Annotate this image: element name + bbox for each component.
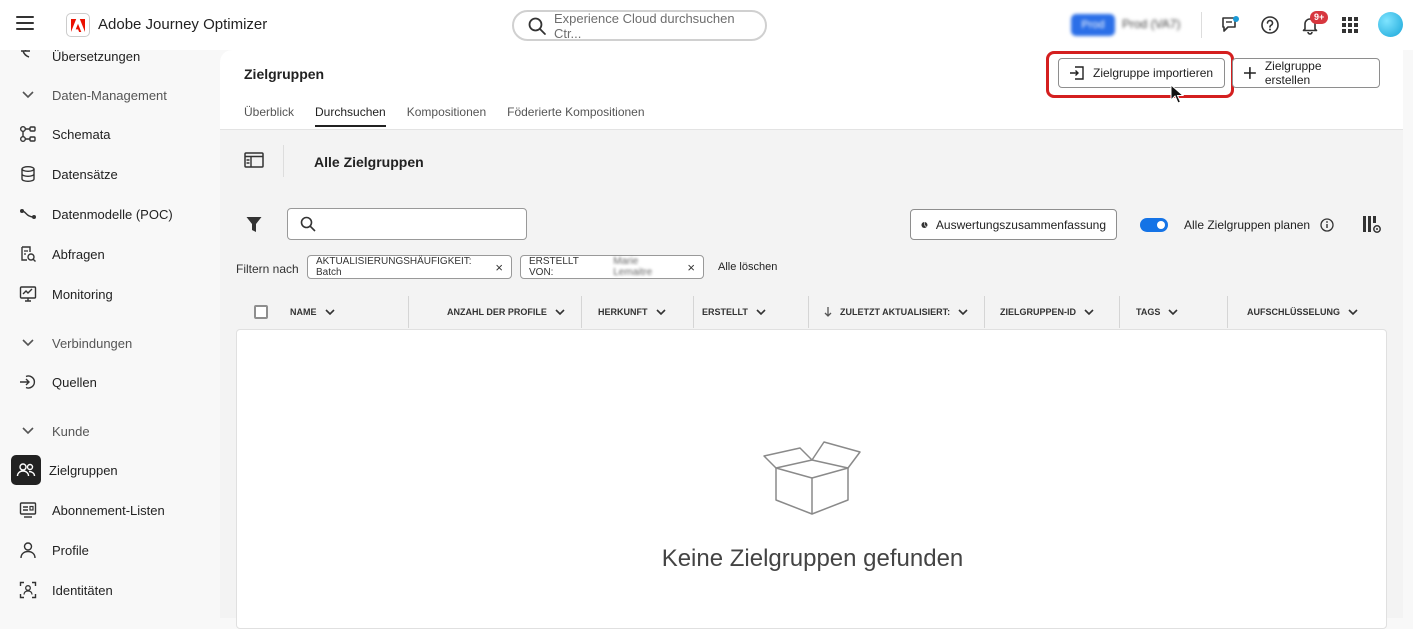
chevron-down-icon [958,309,968,315]
sidebar-item-schemas[interactable]: Schemata [10,116,210,152]
sidebar-item-audiences[interactable]: Zielgruppen [10,452,210,488]
column-header-breakdown[interactable]: AUFSCHLÜSSELUNG [1247,296,1358,328]
sidebar-item-monitoring[interactable]: Monitoring [10,276,210,312]
import-audience-button[interactable]: Zielgruppe importieren [1058,58,1225,88]
chevron-down-icon [16,427,40,435]
notification-count-badge: 9+ [1310,11,1329,24]
filter-by-label: Filtern nach [236,262,299,276]
profile-icon [16,538,40,562]
column-header-profile-count[interactable]: ANZAHL DER PROFILE [447,296,565,328]
column-header-tags[interactable]: TAGS [1136,296,1178,328]
sidebar-item-sources[interactable]: Quellen [10,364,210,400]
database-icon [16,162,40,186]
create-audience-button[interactable]: Zielgruppe erstellen [1232,58,1380,88]
identity-icon [16,578,40,602]
tab-overview[interactable]: Überblick [244,105,294,127]
sidebar-item-profiles[interactable]: Profile [10,532,210,568]
environment-badge[interactable]: Prod [1071,14,1115,36]
chevron-down-icon [655,309,666,315]
mouse-cursor-icon [1170,84,1184,104]
audience-search-input[interactable] [287,208,527,240]
tab-browse[interactable]: Durchsuchen [315,105,386,127]
feedback-icon[interactable] [1219,14,1241,36]
remove-filter-icon[interactable]: × [495,260,503,275]
import-icon [1070,66,1084,80]
column-header-audience-id[interactable]: ZIELGRUPPEN-ID [1000,296,1094,328]
empty-state-message: Keine Zielgruppen gefunden [661,545,964,572]
help-icon[interactable] [1259,14,1281,36]
page-title: Zielgruppen [244,66,325,82]
remove-filter-icon[interactable]: × [687,260,695,275]
hamburger-menu-icon[interactable] [16,16,34,30]
global-search-input[interactable]: Experience Cloud durchsuchen Ctr... [512,10,767,41]
chevron-down-icon [16,91,40,99]
data-model-icon [16,202,40,226]
table-body: Keine Zielgruppen gefunden [236,329,1387,629]
plus-icon [1243,67,1256,79]
sources-icon [16,370,40,394]
tab-compositions[interactable]: Kompositionen [407,105,486,127]
section-title: Alle Zielgruppen [314,154,424,170]
sidebar-item-datasets[interactable]: Datensätze [10,156,210,192]
app-switcher-icon[interactable] [1339,14,1361,36]
translate-icon [16,50,40,68]
search-icon [528,17,546,35]
sidebar-item-translations[interactable]: Übersetzungen [10,50,210,74]
tab-federated-compositions[interactable]: Föderierte Kompositionen [507,105,644,127]
top-bar: Adobe Journey Optimizer Experience Cloud… [0,0,1413,50]
main-content: Zielgruppen Überblick Durchsuchen Kompos… [220,50,1403,629]
chevron-down-icon [1348,309,1358,315]
column-header-last-updated[interactable]: ZULETZT AKTUALISIERT: [824,296,968,328]
subscription-list-icon [16,498,40,522]
column-header-origin[interactable]: HERKUNFT [598,296,666,328]
chevron-down-icon [555,309,565,315]
select-all-checkbox[interactable] [254,305,268,319]
sidebar-section-customer[interactable]: Kunde [10,416,90,446]
filter-chip-created-by[interactable]: ERSTELLT VON: Marie Lemaitre × [520,255,704,279]
chevron-down-icon [1168,309,1178,315]
sidebar-section-data-management[interactable]: Daten-Management [10,80,167,110]
sidebar-item-data-models[interactable]: Datenmodelle (POC) [10,196,210,232]
environment-name[interactable]: Prod (VA7) [1122,17,1180,31]
chevron-down-icon [756,309,766,315]
column-header-name[interactable]: NAME [290,296,335,328]
table-header: NAME ANZAHL DER PROFILE HERKUNFT ERSTELL… [236,296,1387,328]
pie-chart-icon [921,221,928,228]
toolbar-divider [283,145,284,177]
empty-box-icon [763,441,861,515]
chevron-down-icon [16,339,40,347]
column-settings-icon[interactable] [1362,215,1382,240]
page-header: Zielgruppen Überblick Durchsuchen Kompos… [220,50,1403,130]
sidebar-item-queries[interactable]: Abfragen [10,236,210,272]
sort-descending-icon [824,307,832,317]
tab-bar: Überblick Durchsuchen Kompositionen Föde… [244,105,645,127]
query-icon [16,242,40,266]
sidebar-item-subscription-lists[interactable]: Abonnement-Listen [10,492,210,528]
column-header-created[interactable]: ERSTELLT [702,296,766,328]
app-name[interactable]: Adobe Journey Optimizer [98,16,267,33]
user-avatar[interactable] [1378,12,1403,37]
chevron-down-icon [324,309,335,315]
schedule-all-toggle[interactable] [1140,218,1168,232]
audiences-icon [11,455,41,485]
search-icon [300,216,316,232]
panel-toggle-icon[interactable] [244,152,264,173]
filter-icon[interactable] [246,216,262,238]
filter-chip-update-frequency[interactable]: AKTUALISIERUNGSHÄUFIGKEIT: Batch × [307,255,512,279]
info-icon[interactable] [1320,218,1334,237]
chevron-down-icon [1084,309,1094,315]
schema-icon [16,122,40,146]
adobe-logo-icon[interactable] [66,13,90,37]
clear-all-filters-link[interactable]: Alle löschen [718,261,777,273]
evaluation-summary-button[interactable]: Auswertungszusammenfassung [910,209,1117,240]
topbar-divider [1201,12,1202,38]
sidebar-section-connections[interactable]: Verbindungen [10,328,132,358]
sidebar-item-identities[interactable]: Identitäten [10,572,210,608]
sidebar: Übersetzungen Daten-Management Schemata … [0,50,220,618]
search-placeholder: Experience Cloud durchsuchen Ctr... [553,10,735,41]
schedule-all-label: Alle Zielgruppen planen [1184,218,1311,232]
monitoring-icon [16,282,40,306]
